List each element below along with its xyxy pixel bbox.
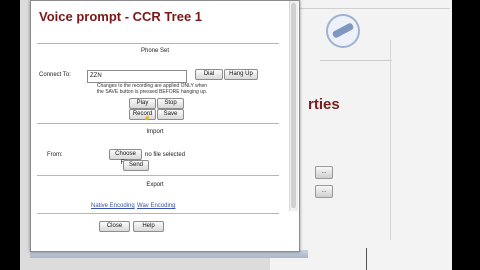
divider: [37, 43, 279, 44]
help-button[interactable]: Help: [133, 221, 164, 232]
connect-to-label: Connect To:: [39, 72, 71, 78]
popup-title: Voice prompt - CCR Tree 1: [39, 9, 203, 24]
divider: [366, 248, 367, 270]
file-status-text: no file selected: [145, 152, 186, 158]
native-encoding-link[interactable]: Native Encoding: [91, 203, 135, 209]
dial-button[interactable]: Dial: [195, 69, 223, 80]
import-heading: Import: [146, 129, 164, 135]
scroll-thumb[interactable]: [291, 3, 296, 208]
divider: [390, 40, 391, 240]
background-button[interactable]: ...: [315, 166, 333, 179]
background-button[interactable]: ...: [315, 185, 333, 198]
hang-up-button[interactable]: Hang Up: [224, 69, 258, 80]
voice-prompt-popup: Voice prompt - CCR Tree 1 Phone Set Conn…: [30, 0, 300, 252]
divider: [37, 175, 279, 176]
connect-to-input[interactable]: [87, 70, 187, 83]
divider: [37, 123, 279, 124]
divider: [320, 60, 392, 61]
from-label: From:: [47, 152, 63, 158]
send-button[interactable]: Send: [123, 160, 149, 171]
play-button[interactable]: Play: [129, 98, 156, 109]
wav-encoding-link[interactable]: Wav Encoding: [137, 203, 175, 209]
company-logo: [326, 14, 360, 48]
record-button[interactable]: Record: [129, 109, 156, 120]
choose-file-button[interactable]: Choose File: [109, 149, 142, 166]
screen: rties ... ... ▲ Voice prompt - CCR Tree …: [20, 0, 452, 270]
close-button[interactable]: Close: [99, 221, 130, 232]
stop-button[interactable]: Stop: [157, 98, 184, 109]
note-line: the SAVE button is pressed BEFORE hangin…: [96, 89, 208, 95]
popup-scrollbar[interactable]: [289, 1, 298, 211]
export-heading: Export: [146, 182, 164, 188]
save-button[interactable]: Save: [157, 109, 184, 120]
mouse-cursor-icon: ☝: [144, 115, 151, 121]
recording-note: Changes to the recording are applied ONL…: [87, 83, 217, 95]
divider: [37, 213, 279, 214]
page-heading-fragment: rties: [308, 96, 340, 113]
phone-set-heading: Phone Set: [140, 48, 170, 54]
